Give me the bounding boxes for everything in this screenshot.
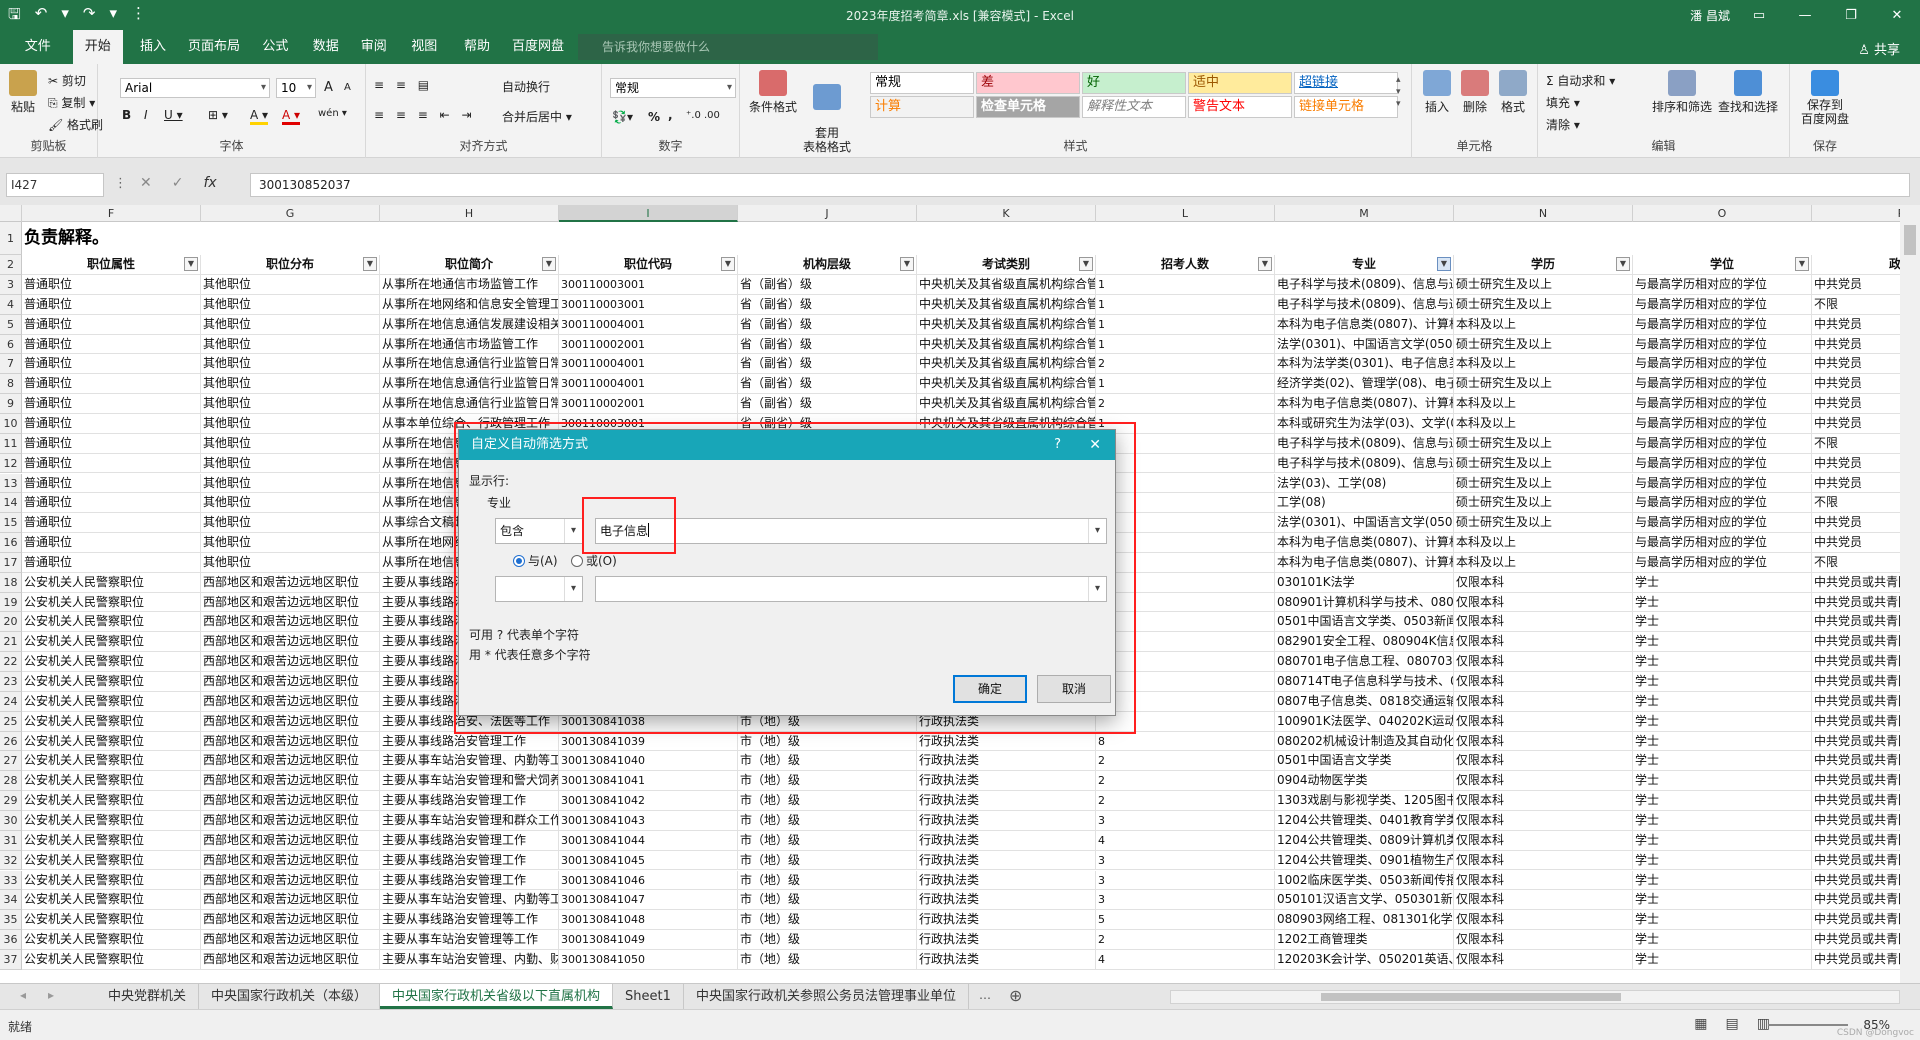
overlay-layer: 自定义自动筛选方式 ? ✕ 显示行: 专业 包含 ▾ 电子信息 ▾ 与(A) 或(O… (0, 0, 1920, 1040)
annotation-box-value (582, 497, 676, 554)
annotation-box-dialog (454, 422, 1136, 734)
